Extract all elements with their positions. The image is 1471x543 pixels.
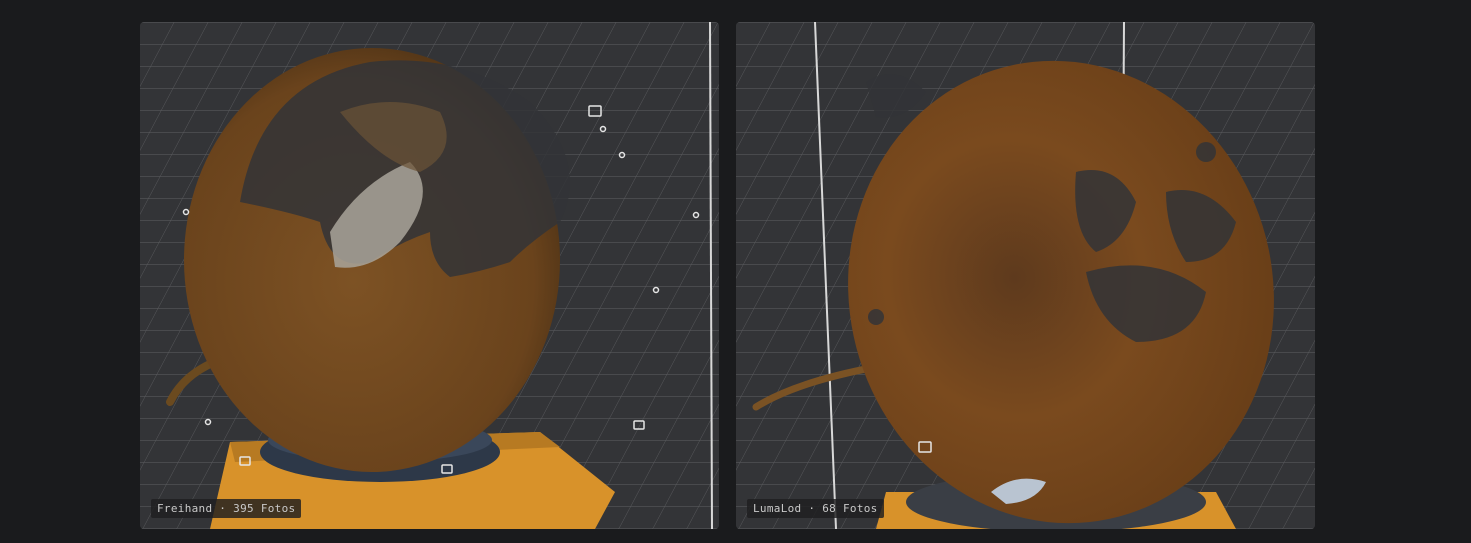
point-cloud-render-lumalod [736, 22, 1315, 529]
scan-viewer-freihand[interactable]: Freihand · 395 Fotos [140, 22, 719, 529]
point-cloud-render-freihand [140, 22, 719, 529]
scan-caption: Freihand · 395 Fotos [151, 499, 302, 518]
scan-caption: LumaLod · 68 Fotos [747, 499, 884, 518]
comparison-gallery: Freihand · 395 Fotos LumaLod · 68 Fotos [0, 0, 1471, 543]
scan-viewer-lumalod[interactable]: LumaLod · 68 Fotos [736, 22, 1315, 529]
